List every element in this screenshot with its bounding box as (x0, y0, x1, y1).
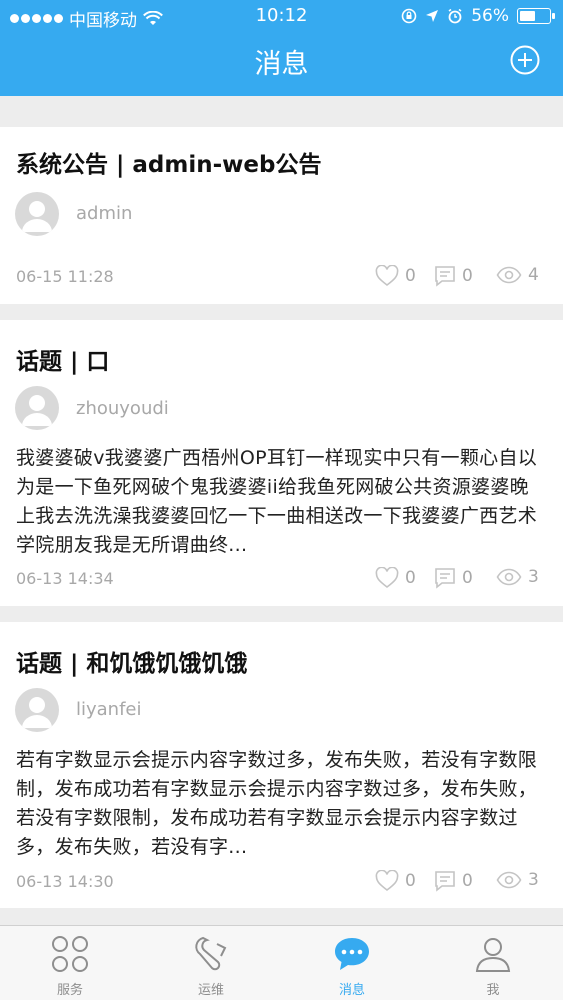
post-date: 06-13 14:34 (16, 569, 114, 588)
status-bar: 中国移动 10:12 56% (0, 0, 563, 32)
post-author: liyanfei (76, 699, 142, 720)
like-count: 0 (405, 871, 416, 891)
person-icon (475, 938, 511, 972)
rotation-lock-icon (401, 8, 417, 24)
post-card[interactable]: 话题 | 和饥饿饥饿饥饿 liyanfei 若有字数显示会提示内容字数过多，发布… (0, 622, 563, 908)
battery-icon (517, 8, 555, 24)
like-stat[interactable]: 0 (375, 567, 416, 589)
tab-operations[interactable]: 运维 (141, 926, 281, 1000)
post-body: 我婆婆破v我婆婆广西梧州OP耳钉一样现实中只有一颗心自以为是一下鱼死网破个鬼我婆… (16, 447, 538, 556)
tab-label: 我 (486, 983, 500, 998)
like-stat[interactable]: 0 (375, 870, 416, 892)
comment-count: 0 (462, 568, 473, 588)
like-stat[interactable]: 0 (375, 265, 416, 287)
add-button[interactable] (509, 44, 541, 76)
tab-label: 服务 (56, 983, 83, 998)
tab-label: 消息 (338, 983, 365, 998)
view-stat: 4 (496, 265, 539, 285)
top-bar: 中国移动 10:12 56% 消息 (0, 0, 563, 96)
view-stat: 3 (496, 870, 539, 890)
post-title: 话题 | 口 (16, 349, 110, 375)
page-title: 消息 (254, 49, 309, 80)
tab-messages[interactable]: 消息 (282, 926, 422, 1000)
eye-icon (496, 266, 522, 284)
tab-bar: 服务 运维 消息 我 (0, 925, 563, 1000)
comment-icon (435, 266, 455, 287)
heart-icon (375, 567, 399, 589)
user-silhouette-icon (22, 395, 52, 426)
tab-label: 运维 (197, 983, 224, 998)
grid-icon (52, 936, 88, 972)
like-count: 0 (405, 568, 416, 588)
post-date: 06-15 11:28 (16, 267, 114, 286)
comment-stat[interactable]: 0 (434, 265, 473, 287)
post-card[interactable]: 系统公告 | admin-web公告 admin 06-15 11:28 0 0… (0, 127, 563, 304)
heart-icon (375, 870, 399, 892)
avatar (15, 192, 59, 236)
battery-fill (520, 11, 535, 21)
avatar (15, 386, 59, 430)
eye-icon (496, 871, 522, 889)
user-silhouette-icon (22, 201, 52, 232)
view-count: 3 (528, 870, 539, 890)
comment-count: 0 (462, 266, 473, 286)
wrench-icon (195, 936, 227, 971)
comment-icon (435, 871, 455, 892)
like-count: 0 (405, 266, 416, 286)
heart-icon (375, 265, 399, 287)
view-stat: 3 (496, 567, 539, 587)
view-count: 3 (528, 567, 539, 587)
comment-icon (435, 568, 455, 589)
tab-me[interactable]: 我 (423, 926, 563, 1000)
post-title: 系统公告 | admin-web公告 (16, 152, 322, 178)
chat-bubble-icon (335, 938, 369, 970)
post-author: admin (76, 203, 133, 224)
post-author: zhouyoudi (76, 398, 169, 419)
comment-count: 0 (462, 871, 473, 891)
eye-icon (496, 568, 522, 586)
comment-stat[interactable]: 0 (434, 870, 473, 892)
battery-percent: 56% (471, 6, 509, 26)
tab-services[interactable]: 服务 (0, 926, 140, 1000)
post-body: 若有字数显示会提示内容字数过多，发布失败，若没有字数限制，发布成功若有字数显示会… (16, 749, 538, 858)
post-date: 06-13 14:30 (16, 872, 114, 891)
post-card[interactable]: 话题 | 口 zhouyoudi 我婆婆破v我婆婆广西梧州OP耳钉一样现实中只有… (0, 320, 563, 606)
view-count: 4 (528, 265, 539, 285)
location-icon (426, 10, 439, 22)
alarm-icon (448, 8, 462, 24)
user-silhouette-icon (22, 697, 52, 728)
comment-stat[interactable]: 0 (434, 567, 473, 589)
avatar (15, 688, 59, 732)
post-title: 话题 | 和饥饿饥饿饥饿 (16, 651, 248, 677)
